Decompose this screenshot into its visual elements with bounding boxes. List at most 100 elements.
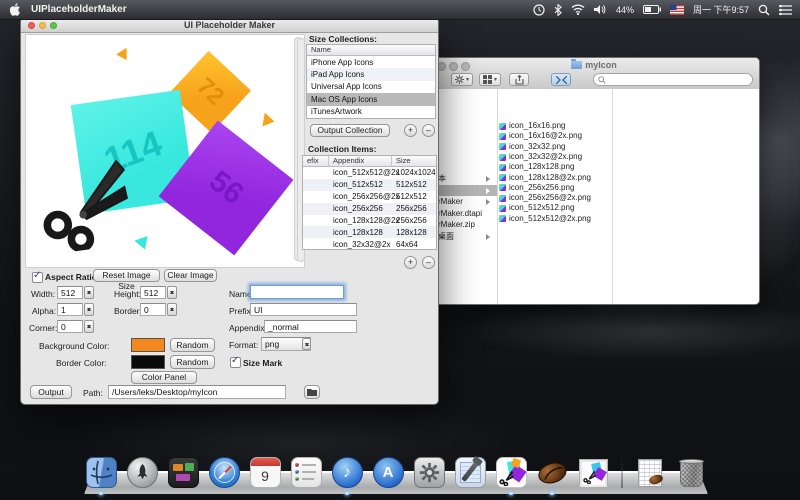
- dock-app-store-icon[interactable]: A: [373, 457, 404, 488]
- column-divider[interactable]: [612, 89, 613, 304]
- menubar-clock[interactable]: 周一 下午9:57: [693, 3, 749, 16]
- finder-tags-button[interactable]: [551, 73, 571, 86]
- remove-item-button[interactable]: –: [422, 256, 435, 269]
- item-row[interactable]: icon_256x256256x256: [303, 203, 436, 215]
- file-item[interactable]: icon_512x512.png: [499, 203, 611, 213]
- dock-image-editor-icon[interactable]: [578, 457, 609, 488]
- background-random-button[interactable]: Random: [170, 338, 215, 352]
- clock-status-icon[interactable]: [533, 4, 545, 16]
- finder-sidebar-item[interactable]: rMaker: [429, 196, 497, 208]
- file-item[interactable]: icon_256x256@2x.png: [499, 193, 611, 203]
- input-language-flag-icon[interactable]: [670, 5, 684, 15]
- dock-minimized-document-icon[interactable]: [635, 457, 666, 488]
- finder-titlebar[interactable]: myIcon ▾ ▾: [429, 58, 759, 90]
- battery-icon[interactable]: [643, 5, 661, 14]
- choose-path-button[interactable]: [304, 385, 320, 399]
- dock-calendar-icon[interactable]: 9: [250, 457, 281, 488]
- collection-row[interactable]: iPhone App Icons: [307, 56, 435, 68]
- file-item[interactable]: icon_16x16.png: [499, 121, 611, 131]
- name-field[interactable]: [250, 285, 344, 299]
- aspect-ratio-checkbox[interactable]: [32, 272, 43, 283]
- file-item[interactable]: icon_512x512@2x.png: [499, 214, 611, 224]
- folder-proxy-icon[interactable]: [571, 61, 582, 69]
- finder-search-field[interactable]: [593, 73, 753, 86]
- border-stepper[interactable]: [167, 303, 177, 316]
- items-column-size[interactable]: Size: [392, 156, 436, 166]
- zoom-button[interactable]: [50, 22, 57, 29]
- column-divider[interactable]: [497, 89, 498, 304]
- output-button[interactable]: Output: [30, 385, 72, 399]
- height-field[interactable]: 512: [140, 286, 166, 299]
- collection-row[interactable]: iTunesArtwork: [307, 106, 435, 118]
- collection-row-selected[interactable]: Mac OS App Icons: [307, 93, 435, 105]
- dock-finder-icon[interactable]: [86, 457, 117, 488]
- image-preview[interactable]: 72 114 56: [25, 34, 305, 268]
- finder-share-button[interactable]: [509, 73, 529, 86]
- finder-action-button[interactable]: ▾: [451, 73, 473, 86]
- file-item[interactable]: icon_32x32@2x.png: [499, 152, 611, 162]
- collection-row[interactable]: iPad App Icons: [307, 68, 435, 80]
- spotlight-icon[interactable]: [758, 4, 770, 16]
- alpha-stepper[interactable]: [84, 303, 94, 316]
- corner-field[interactable]: 0: [57, 320, 83, 333]
- finder-view-options-button[interactable]: ▾: [479, 73, 501, 86]
- item-row[interactable]: icon_512x512512x512: [303, 179, 436, 191]
- output-collection-button[interactable]: Output Collection: [310, 124, 390, 137]
- finder-sidebar-item-selected[interactable]: [429, 185, 497, 197]
- finder-sidebar-item[interactable]: rMaker.dtapi: [429, 208, 497, 220]
- dock-ui-placeholder-maker-icon[interactable]: [496, 457, 527, 488]
- size-mark-checkbox[interactable]: [230, 357, 241, 368]
- height-stepper[interactable]: [167, 286, 177, 299]
- close-button[interactable]: [28, 22, 35, 29]
- dock-trash-icon[interactable]: [676, 457, 707, 488]
- dock-safari-icon[interactable]: [209, 457, 240, 488]
- path-field[interactable]: /Users/leks/Desktop/myIcon: [108, 385, 286, 399]
- file-item[interactable]: icon_16x16@2x.png: [499, 131, 611, 141]
- apple-menu-icon[interactable]: [10, 3, 21, 16]
- clear-image-button[interactable]: Clear Image: [164, 269, 217, 282]
- minimize-button[interactable]: [39, 22, 46, 29]
- bluetooth-icon[interactable]: [554, 4, 562, 16]
- dock-launchpad-icon[interactable]: [127, 457, 158, 488]
- collections-column-name[interactable]: Name: [307, 45, 331, 55]
- add-item-button[interactable]: +: [404, 256, 417, 269]
- app-titlebar[interactable]: UI Placeholder Maker: [21, 18, 438, 33]
- background-color-swatch[interactable]: [131, 338, 165, 352]
- item-row[interactable]: icon_128x128@2x256x256: [303, 215, 436, 227]
- width-stepper[interactable]: [84, 286, 94, 299]
- format-dropdown-arrows[interactable]: [302, 338, 311, 350]
- dock-bean-app-icon[interactable]: [537, 457, 568, 488]
- file-item[interactable]: icon_256x256.png: [499, 183, 611, 193]
- corner-stepper[interactable]: [84, 320, 94, 333]
- finder-sidebar-item[interactable]: rMaker.zip: [429, 219, 497, 231]
- border-color-swatch[interactable]: [131, 355, 165, 369]
- remove-collection-button[interactable]: –: [422, 124, 435, 137]
- file-item[interactable]: icon_128x128.png: [499, 162, 611, 172]
- add-collection-button[interactable]: +: [404, 124, 417, 137]
- finder-sidebar-item[interactable]: 本: [429, 173, 497, 185]
- item-row[interactable]: icon_256x256@2x512x512: [303, 191, 436, 203]
- color-panel-button[interactable]: Color Panel: [131, 371, 197, 384]
- items-column-appendix[interactable]: Appendix: [329, 156, 392, 166]
- file-item[interactable]: icon_32x32.png: [499, 142, 611, 152]
- volume-icon[interactable]: [594, 4, 607, 15]
- dock-itunes-icon[interactable]: ♪: [332, 457, 363, 488]
- prefix-field[interactable]: UI: [250, 303, 357, 316]
- wifi-icon[interactable]: [571, 4, 585, 15]
- width-field[interactable]: 512: [57, 286, 83, 299]
- border-random-button[interactable]: Random: [170, 355, 215, 369]
- dock-mission-control-icon[interactable]: [168, 457, 199, 488]
- items-column-prefix[interactable]: efix: [303, 156, 329, 166]
- dock-reminders-icon[interactable]: [291, 457, 322, 488]
- dock-system-preferences-icon[interactable]: [414, 457, 445, 488]
- notification-center-icon[interactable]: [779, 5, 792, 15]
- file-item[interactable]: icon_128x128@2x.png: [499, 173, 611, 183]
- alpha-field[interactable]: 1: [57, 303, 83, 316]
- collection-row[interactable]: Universal App Icons: [307, 81, 435, 93]
- dock-xcode-icon[interactable]: [455, 457, 486, 488]
- item-row[interactable]: icon_128x128128x128: [303, 226, 436, 238]
- finder-sidebar-item[interactable]: 桌面: [429, 231, 497, 243]
- reset-image-size-button[interactable]: Reset Image Size: [93, 269, 160, 282]
- border-field[interactable]: 0: [140, 303, 166, 316]
- item-row[interactable]: icon_512x512@2x1024x1024: [303, 167, 436, 179]
